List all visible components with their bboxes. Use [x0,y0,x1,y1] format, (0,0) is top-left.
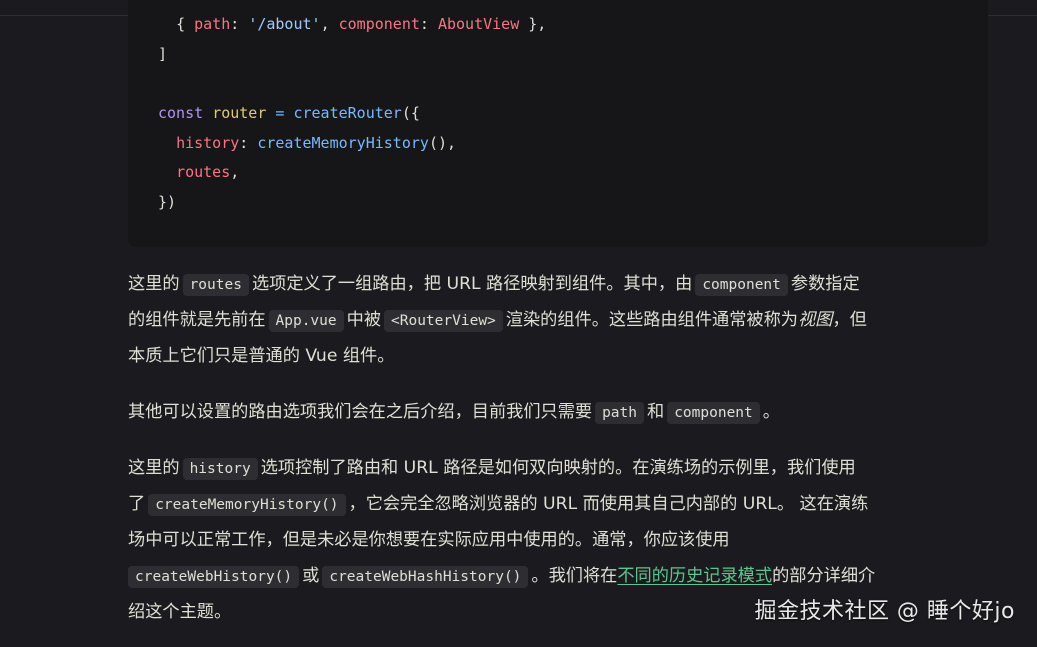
watermark: 掘金技术社区 @ 睡个好jo [754,599,1015,624]
code-token: component [338,15,420,33]
code-token: const [158,104,204,123]
code-block: { path: '/about', component: AboutView }… [128,0,988,247]
code-line: }) [158,188,546,218]
code-token: router [212,104,267,123]
text-span: 。我们将在 [531,566,618,586]
code-line: const router = createRouter({ [158,99,546,129]
code-token: ] [158,44,168,63]
text-span: 了 [128,494,146,514]
text-span: 的部分详细介 [772,566,876,586]
paragraph-options: 其他可以设置的路由选项我们会在之后介绍，目前我们只需要 path 和 componen… [128,394,988,430]
inline-code: path [595,402,644,424]
text-span: 的组件就是先前在 [128,310,266,330]
code-token: '/about' [248,15,321,33]
inline-code: App.vue [268,310,344,332]
text-line: 本质上它们只是普通的 Vue 组件。 [128,338,988,374]
code-token: AboutView [437,15,520,33]
inline-code: routes [182,274,249,296]
history-modes-link[interactable]: 不同的历史记录模式 [617,566,772,586]
text-span: ，它会完全忽略浏览器的 URL 而使用其自己内部的 URL。 这在演练 [348,494,869,514]
code-token: routes [176,163,231,182]
text-span: 选项定义了一组路由，把 URL 路径映射到组件。其中，由 [251,274,693,294]
text-span: 中被 [346,310,382,330]
text-line: 这里的 routes 选项定义了一组路由，把 URL 路径映射到组件。其中，由 com… [128,266,988,302]
code-line: routes, [158,158,546,188]
text-span: 。 [762,402,780,422]
text-span: 这里的 [128,274,180,294]
text-line: 这里的 history 选项控制了路由和 URL 路径是如何双向映射的。在演练场的示… [128,450,988,486]
text-line: 场中可以正常工作，但是未必是你想要在实际应用中使用的。通常，你应该使用 [128,522,988,558]
inline-code: component [695,274,788,296]
code-token: : [419,15,438,33]
code-token: , [230,163,240,182]
text-span: 绍这个主题。 [128,602,232,622]
inline-code: <RouterView> [384,310,503,332]
code-token: , [320,15,339,33]
code-line-empty [158,69,546,99]
inline-code: createWebHashHistory() [322,566,529,588]
inline-code: history [182,458,258,480]
text-span: 参数指定 [790,274,860,294]
code-token: : [239,133,258,152]
text-line: createWebHistory() 或 createWebHashHistory(… [128,558,988,594]
code-token: }, [519,15,547,33]
code-line: ] [158,40,546,70]
code-token: = [266,104,294,123]
code-token: path [194,15,231,33]
code-token: history [176,133,240,152]
code-token: : [230,15,249,33]
code-content: { path: '/about', component: AboutView }… [158,10,546,218]
code-token: createRouter [293,104,402,123]
text-span: ，但 [832,310,867,330]
code-token: createMemoryHistory [257,133,429,152]
text-span: 和 [647,402,665,422]
code-line: history: createMemoryHistory(), [158,129,546,159]
text-span: 本质上它们只是普通的 Vue 组件。 [128,346,395,366]
text-line: 其他可以设置的路由选项我们会在之后介绍，目前我们只需要 path 和 componen… [128,394,988,430]
text-line: 了 createMemoryHistory() ，它会完全忽略浏览器的 URL 而使… [128,486,988,522]
text-line: 的组件就是先前在 App.vue 中被 <RouterView> 渲染的组件。这些路由组… [128,302,988,338]
text-span: 或 [302,566,320,586]
text-span: 其他可以设置的路由选项我们会在之后介绍，目前我们只需要 [128,402,593,422]
inline-code: createWebHistory() [128,566,300,588]
code-line: { path: '/about', component: AboutView }… [158,10,546,40]
code-token: { [176,15,195,33]
inline-code: component [667,402,760,424]
code-token: (), [428,133,457,152]
code-token: }) [158,193,177,212]
paragraph-routes: 这里的 routes 选项定义了一组路由，把 URL 路径映射到组件。其中，由 com… [128,266,988,374]
text-span: 场中可以正常工作，但是未必是你想要在实际应用中使用的。通常，你应该使用 [128,530,730,550]
inline-code: createMemoryHistory() [148,494,346,516]
text-span: 这里的 [128,458,180,478]
emphasis-text: 视图 [797,310,833,330]
text-span: 渲染的组件。这些路由组件通常被称为 [505,310,798,330]
code-token: ({ [401,104,420,123]
text-span: 选项控制了路由和 URL 路径是如何双向映射的。在演练场的示例里，我们使用 [260,458,856,478]
